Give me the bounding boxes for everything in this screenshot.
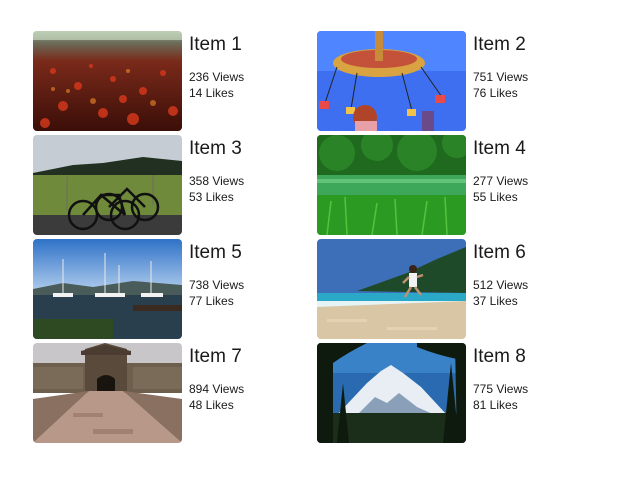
list-item[interactable]: Item 2 751 Views 76 Likes (317, 31, 601, 135)
item-title: Item 2 (473, 34, 526, 55)
old-fort-gate-photo (33, 343, 182, 443)
item-title: Item 5 (189, 242, 242, 263)
item-likes: 14 Likes (189, 86, 234, 100)
snowy-mountain-trees-photo (317, 343, 466, 443)
list-item[interactable]: Item 1 236 Views 14 Likes (33, 31, 317, 135)
item-info: Item 6 512 Views 37 Likes (473, 239, 528, 309)
bicycles-field-photo (33, 135, 182, 235)
item-likes: 55 Likes (473, 190, 518, 204)
red-leaves-path-photo (33, 31, 182, 131)
item-info: Item 5 738 Views 77 Likes (189, 239, 244, 309)
item-info: Item 2 751 Views 76 Likes (473, 31, 528, 101)
item-likes: 37 Likes (473, 294, 518, 308)
green-forest-pond-photo (317, 135, 466, 235)
item-title: Item 6 (473, 242, 526, 263)
item-likes: 81 Likes (473, 398, 518, 412)
item-views: 358 Views (189, 174, 245, 188)
item-title: Item 3 (189, 138, 242, 159)
list-item[interactable]: Item 7 894 Views 48 Likes (33, 343, 317, 447)
item-title: Item 8 (473, 346, 526, 367)
item-likes: 77 Likes (189, 294, 234, 308)
list-item[interactable]: Item 6 512 Views 37 Likes (317, 239, 601, 343)
list-item[interactable]: Item 4 277 Views 55 Likes (317, 135, 601, 239)
item-grid: Item 1 236 Views 14 Likes Item 2 751 Vie… (33, 31, 601, 447)
item-title: Item 7 (189, 346, 242, 367)
item-views: 775 Views (473, 382, 529, 396)
item-views: 236 Views (189, 70, 245, 84)
beach-runner-photo (317, 239, 466, 339)
item-info: Item 1 236 Views 14 Likes (189, 31, 244, 101)
item-views: 751 Views (473, 70, 529, 84)
item-likes: 76 Likes (473, 86, 518, 100)
item-title: Item 1 (189, 34, 242, 55)
item-info: Item 4 277 Views 55 Likes (473, 135, 528, 205)
list-item[interactable]: Item 3 358 Views 53 Likes (33, 135, 317, 239)
harbor-sailboats-photo (33, 239, 182, 339)
list-item[interactable]: Item 5 738 Views 77 Likes (33, 239, 317, 343)
item-info: Item 3 358 Views 53 Likes (189, 135, 244, 205)
item-title: Item 4 (473, 138, 526, 159)
item-views: 512 Views (473, 278, 529, 292)
item-likes: 53 Likes (189, 190, 234, 204)
item-views: 894 Views (189, 382, 245, 396)
item-likes: 48 Likes (189, 398, 234, 412)
item-views: 277 Views (473, 174, 529, 188)
item-views: 738 Views (189, 278, 245, 292)
swing-carousel-ride-photo (317, 31, 466, 131)
item-info: Item 8 775 Views 81 Likes (473, 343, 528, 413)
item-info: Item 7 894 Views 48 Likes (189, 343, 244, 413)
list-item[interactable]: Item 8 775 Views 81 Likes (317, 343, 601, 447)
